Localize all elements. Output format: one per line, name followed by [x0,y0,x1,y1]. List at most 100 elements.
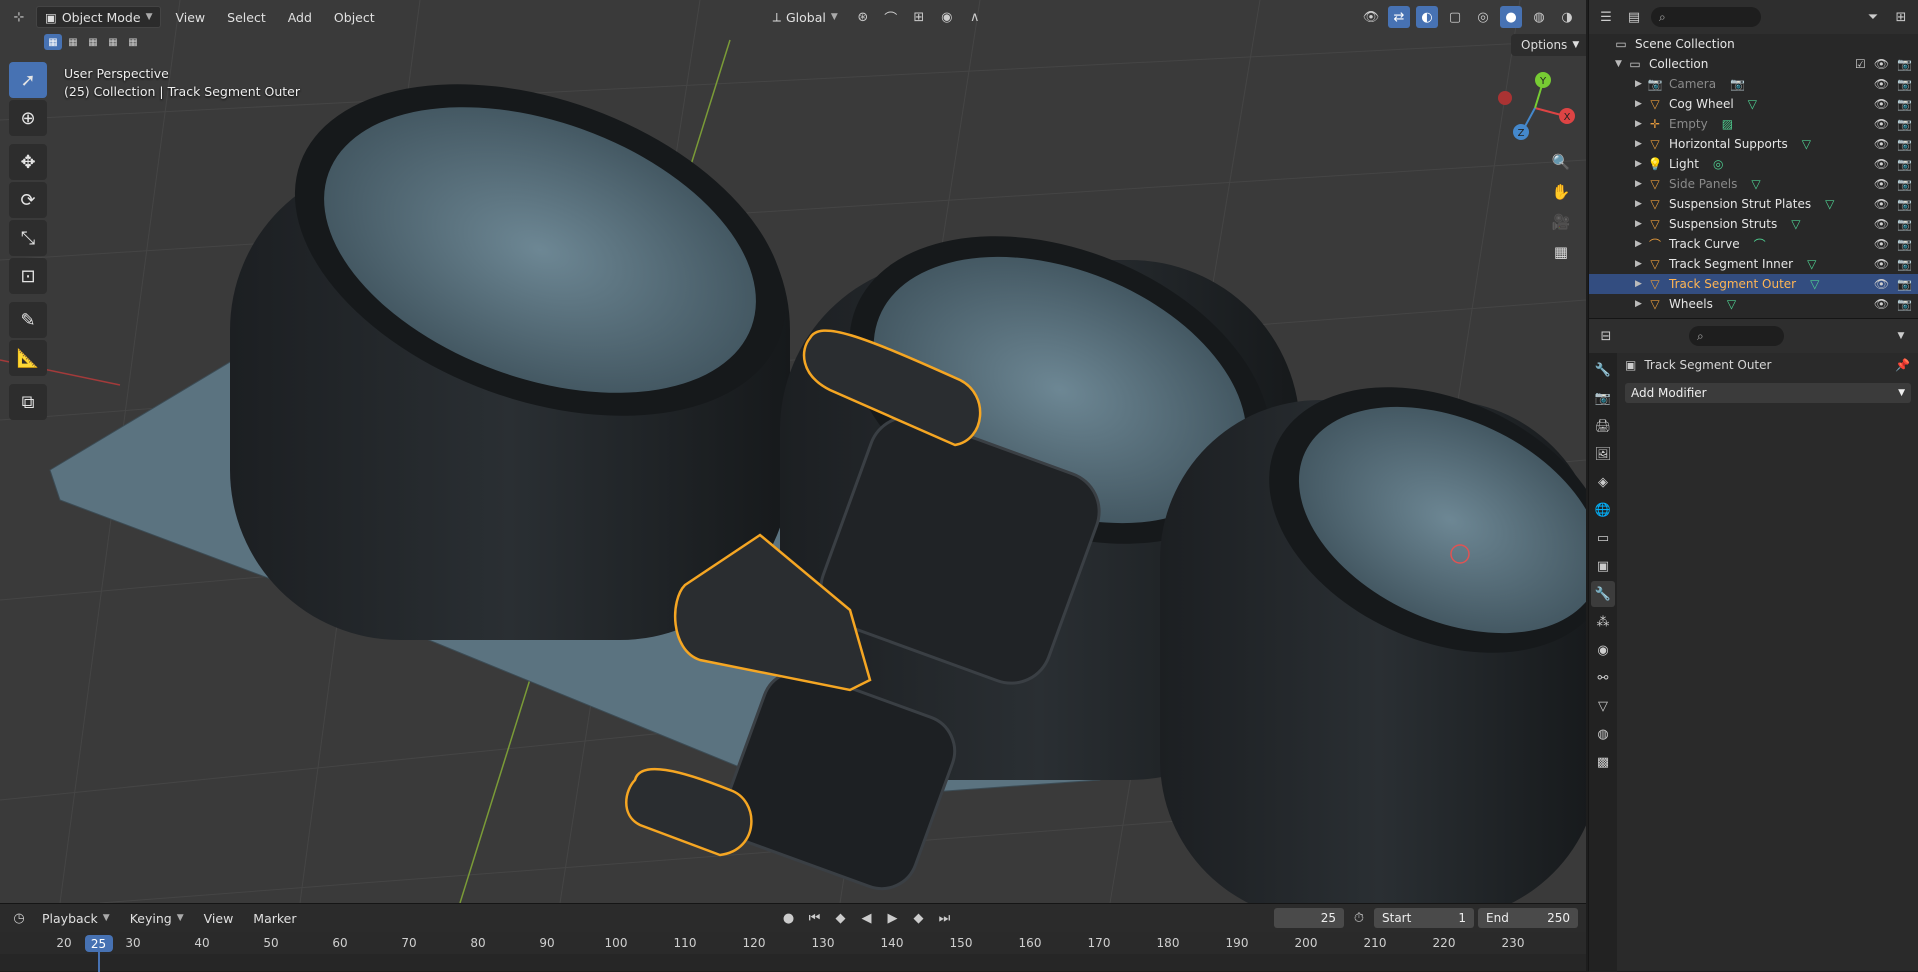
select-box-tool[interactable]: ➚ [9,62,47,98]
proportional-edit-icon[interactable]: ◉ [936,6,958,28]
expand-arrow-icon[interactable]: ▶ [1635,279,1645,289]
select-subtract-icon[interactable]: ▦ [84,34,102,50]
expand-arrow-icon[interactable]: ▶ [1635,139,1645,149]
wireframe-shading-icon[interactable]: ◎ [1472,6,1494,28]
mode-selector[interactable]: ▣ Object Mode ▼ [36,6,162,28]
menu-add[interactable]: Add [280,6,320,28]
eye-icon[interactable]: 👁 [1874,237,1889,251]
outliner-item[interactable]: ▶ ▽ Horizontal Supports ▽ 👁 📷 [1589,134,1918,154]
eye-icon[interactable]: 👁 [1874,117,1889,131]
properties-editor-icon[interactable]: ⊟ [1595,325,1617,347]
camera-restrict-icon[interactable]: 📷 [1897,197,1912,211]
eye-icon[interactable]: 👁 [1874,137,1889,151]
menu-keying[interactable]: Keying ▼ [122,907,192,929]
stopwatch-icon[interactable]: ⏱ [1348,907,1370,929]
object-tab-icon[interactable]: ▣ [1591,553,1615,579]
zoom-icon[interactable]: 🔍 [1547,148,1575,176]
expand-arrow-icon[interactable]: ▶ [1635,299,1645,309]
display-mode-icon[interactable]: ▤ [1623,6,1645,28]
filter-icon[interactable]: ⏷ [1862,6,1884,28]
end-frame-field[interactable]: End 250 [1478,908,1578,928]
expand-arrow-icon[interactable]: ▶ [1635,219,1645,229]
current-frame-field[interactable]: 25 [1274,908,1344,928]
checkbox-icon[interactable]: ☑ [1855,57,1866,71]
play-reverse-icon[interactable]: ◀ [856,907,878,929]
falloff-icon[interactable]: ∧ [964,6,986,28]
pan-hand-icon[interactable]: ✋ [1547,178,1575,206]
camera-restrict-icon[interactable]: 📷 [1897,157,1912,171]
camera-restrict-icon[interactable]: 📷 [1897,237,1912,251]
start-frame-field[interactable]: Start 1 [1374,908,1474,928]
add-modifier-dropdown[interactable]: Add Modifier ▼ [1625,383,1911,403]
xray-icon[interactable]: ▢ [1444,6,1466,28]
camera-restrict-icon[interactable]: 📷 [1897,277,1912,291]
record-icon[interactable]: ● [778,907,800,929]
solid-shading-icon[interactable]: ● [1500,6,1522,28]
outliner-item[interactable]: ▶ ⌒ Track Curve ⌒ 👁 📷 [1589,234,1918,254]
prev-keyframe-icon[interactable]: ◆ [830,907,852,929]
camera-restrict-icon[interactable]: 📷 [1897,117,1912,131]
options-button[interactable]: Options ▼ [1511,34,1586,56]
expand-arrow-icon[interactable]: ▶ [1635,199,1645,209]
rotate-tool[interactable]: ⟳ [9,182,47,218]
data-tab-icon[interactable]: ▽ [1591,693,1615,719]
visibility-icon[interactable]: 👁 [1360,6,1382,28]
menu-view[interactable]: View [167,6,213,28]
outliner-search-input[interactable]: ⌕ [1651,7,1761,27]
collection-row[interactable]: ▼ ▭ Collection ☑ 👁 📷 [1589,54,1918,74]
world-tab-icon[interactable]: 🌐 [1591,497,1615,523]
next-keyframe-icon[interactable]: ◆ [908,907,930,929]
snap-icon[interactable]: ⌒ [880,6,902,28]
texture-tab-icon[interactable]: ▩ [1591,749,1615,775]
expand-arrow-icon[interactable]: ▶ [1635,159,1645,169]
outliner-item[interactable]: ▶ ▽ Cog Wheel ▽ 👁 📷 [1589,94,1918,114]
physics-tab-icon[interactable]: ◉ [1591,637,1615,663]
expand-arrow-icon[interactable]: ▶ [1635,79,1645,89]
clock-editor-icon[interactable]: ◷ [8,907,30,929]
transform-orientation[interactable]: ⟂ Global ▼ [765,6,846,28]
view-layer-tab-icon[interactable]: 🖼 [1591,441,1615,467]
camera-restrict-icon[interactable]: 📷 [1897,57,1912,71]
camera-restrict-icon[interactable]: 📷 [1897,257,1912,271]
material-shading-icon[interactable]: ◍ [1528,6,1550,28]
eye-icon[interactable]: 👁 [1874,177,1889,191]
playhead-line[interactable] [97,952,100,972]
overlay-toggle-icon[interactable]: ◐ [1416,6,1438,28]
new-collection-icon[interactable]: ⊞ [1890,6,1912,28]
select-intersect-icon[interactable]: ▦ [124,34,142,50]
outliner-item[interactable]: ▶ ✛ Empty ▨ 👁 📷 [1589,114,1918,134]
jump-end-icon[interactable]: ⏭ [934,907,956,929]
camera-restrict-icon[interactable]: 📷 [1897,77,1912,91]
pin-icon[interactable]: 📌 [1895,358,1910,372]
transform-tool[interactable]: ⊡ [9,258,47,294]
camera-restrict-icon[interactable]: 📷 [1897,217,1912,231]
3d-viewport[interactable]: ⊹ ▣ Object Mode ▼ View Select Add Object… [0,0,1586,903]
outliner-item[interactable]: ▶ ▽ Suspension Struts ▽ 👁 📷 [1589,214,1918,234]
expand-arrow-icon[interactable]: ▶ [1635,239,1645,249]
eye-icon[interactable]: 👁 [1874,297,1889,311]
ortho-grid-icon[interactable]: ▦ [1547,238,1575,266]
move-tool[interactable]: ✥ [9,144,47,180]
menu-object[interactable]: Object [326,6,383,28]
play-icon[interactable]: ▶ [882,907,904,929]
outliner-item[interactable]: ▶ 📷 Camera 📷 👁 📷 [1589,74,1918,94]
scale-tool[interactable]: ⤡ [9,220,47,256]
outliner-item[interactable]: ▶ ▽ Track Segment Inner ▽ 👁 📷 [1589,254,1918,274]
menu-timeline-view[interactable]: View [196,907,242,929]
camera-restrict-icon[interactable]: 📷 [1897,297,1912,311]
eye-icon[interactable]: 👁 [1874,197,1889,211]
add-cube-tool[interactable]: ⧉ [9,384,47,420]
snap-target-icon[interactable]: ⊞ [908,6,930,28]
material-tab-icon[interactable]: ◍ [1591,721,1615,747]
render-tab-icon[interactable]: 📷 [1591,385,1615,411]
expand-arrow-icon[interactable]: ▶ [1635,179,1645,189]
outliner-editor-icon[interactable]: ☰ [1595,6,1617,28]
navigation-gizmo[interactable]: X Y Z [1495,68,1575,148]
outliner-item[interactable]: ▶ ▽ Side Panels ▽ 👁 📷 [1589,174,1918,194]
jump-start-icon[interactable]: ⏮ [804,907,826,929]
measure-tool[interactable]: 📐 [9,340,47,376]
select-new-icon[interactable]: ▦ [44,34,62,50]
select-invert-icon[interactable]: ▦ [104,34,122,50]
expand-arrow-icon[interactable]: ▶ [1635,99,1645,109]
eye-icon[interactable]: 👁 [1874,57,1889,71]
